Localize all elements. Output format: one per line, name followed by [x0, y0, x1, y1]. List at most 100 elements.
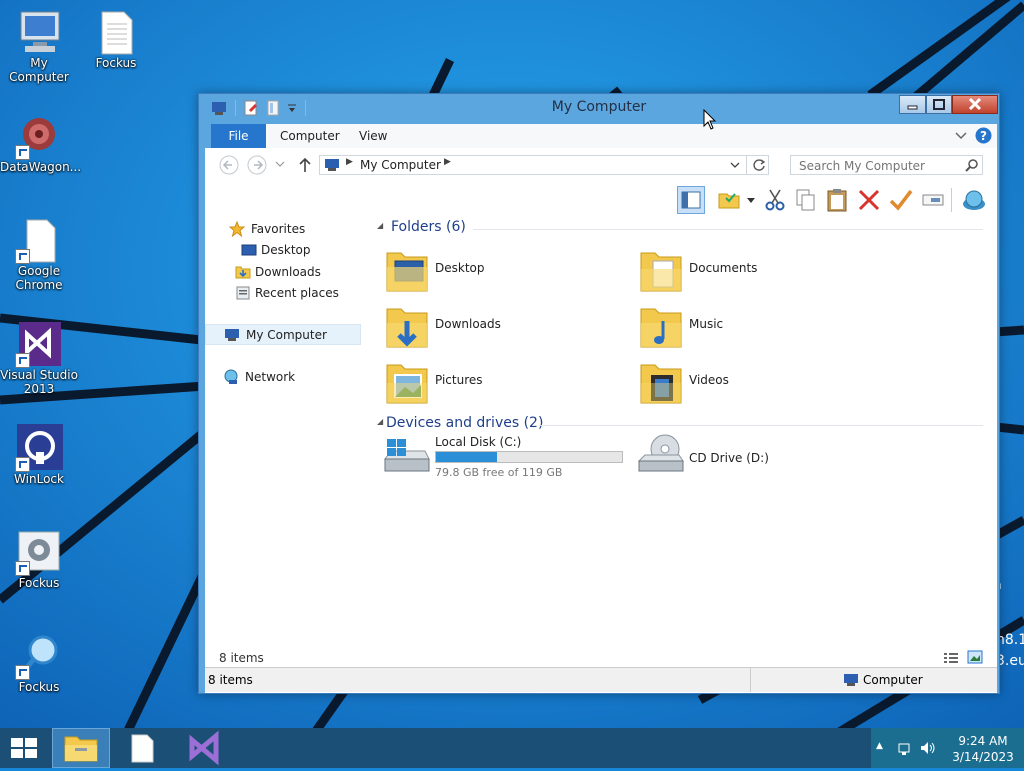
- music-folder-icon: [640, 308, 682, 348]
- delete-icon[interactable]: [857, 188, 881, 212]
- nav-label: Desktop: [261, 243, 311, 257]
- expand-ribbon-icon[interactable]: [955, 131, 967, 141]
- search-icon[interactable]: [965, 159, 978, 172]
- desktop-icon-fockus-settings[interactable]: Fockus: [0, 528, 78, 590]
- collapse-group-icon[interactable]: ◢: [377, 417, 383, 426]
- help-icon[interactable]: ?: [975, 127, 992, 144]
- navigation-pane: Favorites Desktop Downloads Recent place…: [205, 216, 365, 647]
- volume-icon[interactable]: [919, 740, 937, 756]
- folder-item[interactable]: Pictures: [385, 359, 615, 409]
- folder-select-icon[interactable]: [717, 188, 741, 212]
- tab-file[interactable]: File: [211, 124, 266, 148]
- tab-view[interactable]: View: [359, 124, 387, 148]
- start-button[interactable]: [0, 728, 48, 768]
- breadcrumb-my-computer[interactable]: My Computer: [360, 158, 441, 172]
- desktop-icon-visual-studio[interactable]: Visual Studio 2013: [0, 320, 78, 396]
- forward-icon[interactable]: [247, 155, 267, 175]
- desktop-icon-winlock[interactable]: WinLock: [0, 424, 78, 486]
- folder-item[interactable]: Downloads: [385, 303, 615, 353]
- address-dropdown-icon[interactable]: [730, 161, 740, 169]
- large-icons-view-icon[interactable]: [967, 650, 983, 664]
- star-icon: [229, 221, 245, 237]
- back-icon[interactable]: [219, 155, 239, 175]
- cd-drive-icon: [637, 434, 684, 472]
- downloads-folder-icon: [386, 308, 428, 348]
- desktop-icon-google-chrome[interactable]: Google Chrome: [0, 216, 78, 292]
- breadcrumb-chevron-icon[interactable]: ▶: [444, 157, 451, 167]
- visual-studio-icon: [189, 730, 219, 766]
- folder-item[interactable]: Desktop: [385, 247, 615, 297]
- collapse-group-icon[interactable]: ◢: [377, 221, 383, 230]
- window-title: My Computer: [551, 99, 647, 115]
- preview-pane-button[interactable]: [677, 186, 705, 214]
- winlock-icon: [15, 424, 63, 472]
- file-pane: ◢ Folders (6) Desktop Documents Download…: [373, 216, 993, 647]
- folder-name: Documents: [689, 261, 758, 275]
- computer-small-icon: [844, 674, 858, 686]
- item-count: 8 items: [219, 651, 264, 665]
- tab-computer[interactable]: Computer: [280, 124, 340, 148]
- folder-name: Downloads: [435, 317, 501, 331]
- network-globe-icon[interactable]: [961, 188, 985, 212]
- taskbar-file-explorer[interactable]: [52, 728, 110, 768]
- show-hidden-icons-icon[interactable]: ▲: [876, 741, 883, 751]
- breadcrumb-chevron-icon[interactable]: ▶: [346, 157, 353, 167]
- title-bar[interactable]: My Computer: [199, 94, 999, 122]
- hard-disk-windows-icon: [384, 439, 430, 472]
- up-arrow-icon[interactable]: [297, 156, 313, 174]
- chevron-down-icon[interactable]: [747, 198, 755, 204]
- watermark-text-3: 3.eu: [996, 653, 1024, 669]
- desktop-icon-label: Fockus: [95, 56, 137, 70]
- nav-label: My Computer: [246, 328, 327, 342]
- nav-my-computer[interactable]: My Computer: [205, 324, 361, 345]
- drive-item-c[interactable]: Local Disk (C:) 79.8 GB free of 119 GB: [381, 433, 631, 483]
- gear-icon: [15, 528, 63, 576]
- inner-status-row: 8 items: [205, 647, 997, 667]
- rename-icon[interactable]: [921, 188, 945, 212]
- drive-free-space: 79.8 GB free of 119 GB: [435, 466, 563, 479]
- folder-item[interactable]: Videos: [639, 359, 869, 409]
- recent-locations-icon[interactable]: [275, 160, 285, 168]
- folder-item[interactable]: Music: [639, 303, 869, 353]
- folder-item[interactable]: Documents: [639, 247, 869, 297]
- details-view-icon[interactable]: [943, 651, 959, 665]
- refresh-icon[interactable]: [752, 158, 766, 172]
- search-input[interactable]: [797, 157, 961, 174]
- folder-name: Videos: [689, 373, 729, 387]
- magnifier-icon: [15, 632, 63, 680]
- desktop-icon-fockus-search[interactable]: Fockus: [0, 632, 78, 694]
- ribbon-tab-bar: File Computer View ?: [211, 124, 997, 148]
- group-header-devices[interactable]: Devices and drives (2): [386, 415, 543, 431]
- close-button[interactable]: [952, 95, 998, 114]
- system-tray: ▲ 9:24 AM 3/14/2023: [871, 728, 1024, 768]
- folder-name: Music: [689, 317, 724, 331]
- taskbar-visual-studio[interactable]: [178, 728, 232, 768]
- paste-icon[interactable]: [825, 188, 849, 212]
- checkmark-icon[interactable]: [889, 188, 913, 212]
- file-explorer-icon: [64, 736, 98, 762]
- drive-item-d[interactable]: CD Drive (D:): [635, 433, 835, 483]
- copy-icon[interactable]: [793, 188, 817, 212]
- desktop-icon-datawagon[interactable]: DataWagon...: [0, 112, 81, 174]
- desktop-icon-label: WinLock: [14, 472, 64, 486]
- desktop-icon-my-computer[interactable]: My Computer: [0, 8, 78, 84]
- status-bar: 8 items Computer: [205, 667, 997, 692]
- shortcut-arrow-icon: [15, 353, 30, 368]
- group-header-folders[interactable]: Folders (6): [391, 219, 466, 235]
- network-status-icon[interactable]: [897, 740, 913, 756]
- drive-usage-fill: [436, 452, 498, 462]
- cut-icon[interactable]: [763, 188, 787, 212]
- clock[interactable]: 9:24 AM 3/14/2023: [948, 733, 1018, 765]
- nav-label: Favorites: [251, 222, 306, 236]
- desktop-icon-fockus-file[interactable]: Fockus: [77, 8, 155, 70]
- maximize-button[interactable]: [926, 95, 952, 114]
- address-row: ▶ My Computer ▶: [205, 148, 997, 182]
- search-box[interactable]: [790, 155, 983, 175]
- taskbar-text-file[interactable]: [118, 728, 166, 768]
- group-divider: [539, 425, 983, 426]
- desktop-icon-label: Visual Studio 2013: [0, 368, 78, 396]
- minimize-button[interactable]: [899, 95, 926, 114]
- downloads-folder-icon: [235, 266, 251, 279]
- documents-folder-icon: [640, 252, 682, 292]
- address-bar[interactable]: ▶ My Computer ▶: [319, 155, 769, 175]
